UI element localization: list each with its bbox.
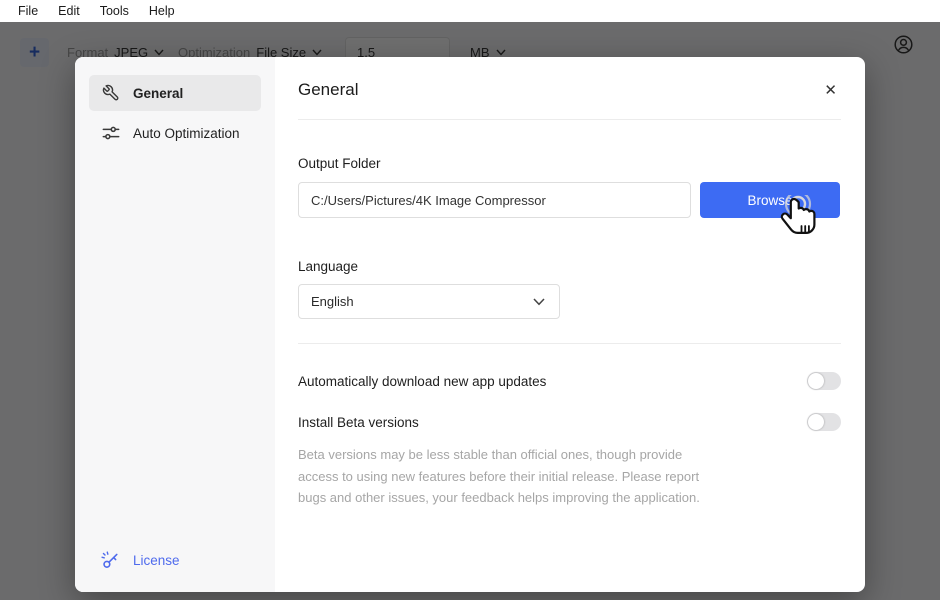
toggle-knob <box>808 414 824 430</box>
install-beta-toggle[interactable] <box>807 413 841 431</box>
menu-file[interactable]: File <box>8 4 48 18</box>
language-label: Language <box>298 259 359 274</box>
settings-sidebar: General Auto Optimization License <box>75 57 275 592</box>
settings-dialog: General Auto Optimization License Genera… <box>75 57 865 592</box>
output-folder-label: Output Folder <box>298 156 381 171</box>
license-label: License <box>133 552 180 568</box>
menu-help[interactable]: Help <box>139 4 185 18</box>
toggle-knob <box>808 373 824 389</box>
sidebar-item-general[interactable]: General <box>89 75 261 111</box>
sidebar-item-label: General <box>133 85 184 101</box>
license-button[interactable]: License <box>89 544 261 576</box>
auto-update-label: Automatically download new app updates <box>298 373 547 389</box>
sidebar-item-label: Auto Optimization <box>133 125 240 141</box>
output-folder-input[interactable]: C:/Users/Pictures/4K Image Compressor <box>298 182 691 218</box>
wrench-icon <box>101 84 120 102</box>
settings-content: General ✕ Output Folder C:/Users/Picture… <box>275 57 865 592</box>
beta-description: Beta versions may be less stable than of… <box>298 447 700 505</box>
menu-edit[interactable]: Edit <box>48 4 90 18</box>
install-beta-label: Install Beta versions <box>298 414 419 430</box>
chevron-down-icon <box>533 297 545 305</box>
key-icon <box>101 550 120 570</box>
menu-tools[interactable]: Tools <box>90 4 139 18</box>
sliders-icon <box>101 124 120 142</box>
auto-update-toggle[interactable] <box>807 372 841 390</box>
language-value: English <box>311 294 354 309</box>
dialog-title: General <box>298 80 359 99</box>
sidebar-item-auto-optimization[interactable]: Auto Optimization <box>89 115 261 151</box>
menu-bar: File Edit Tools Help <box>0 0 940 22</box>
language-select[interactable]: English <box>298 284 560 319</box>
section-divider <box>298 343 841 344</box>
header-divider <box>298 119 841 120</box>
browse-button[interactable]: Browse <box>700 182 840 218</box>
close-icon[interactable]: ✕ <box>820 81 841 100</box>
